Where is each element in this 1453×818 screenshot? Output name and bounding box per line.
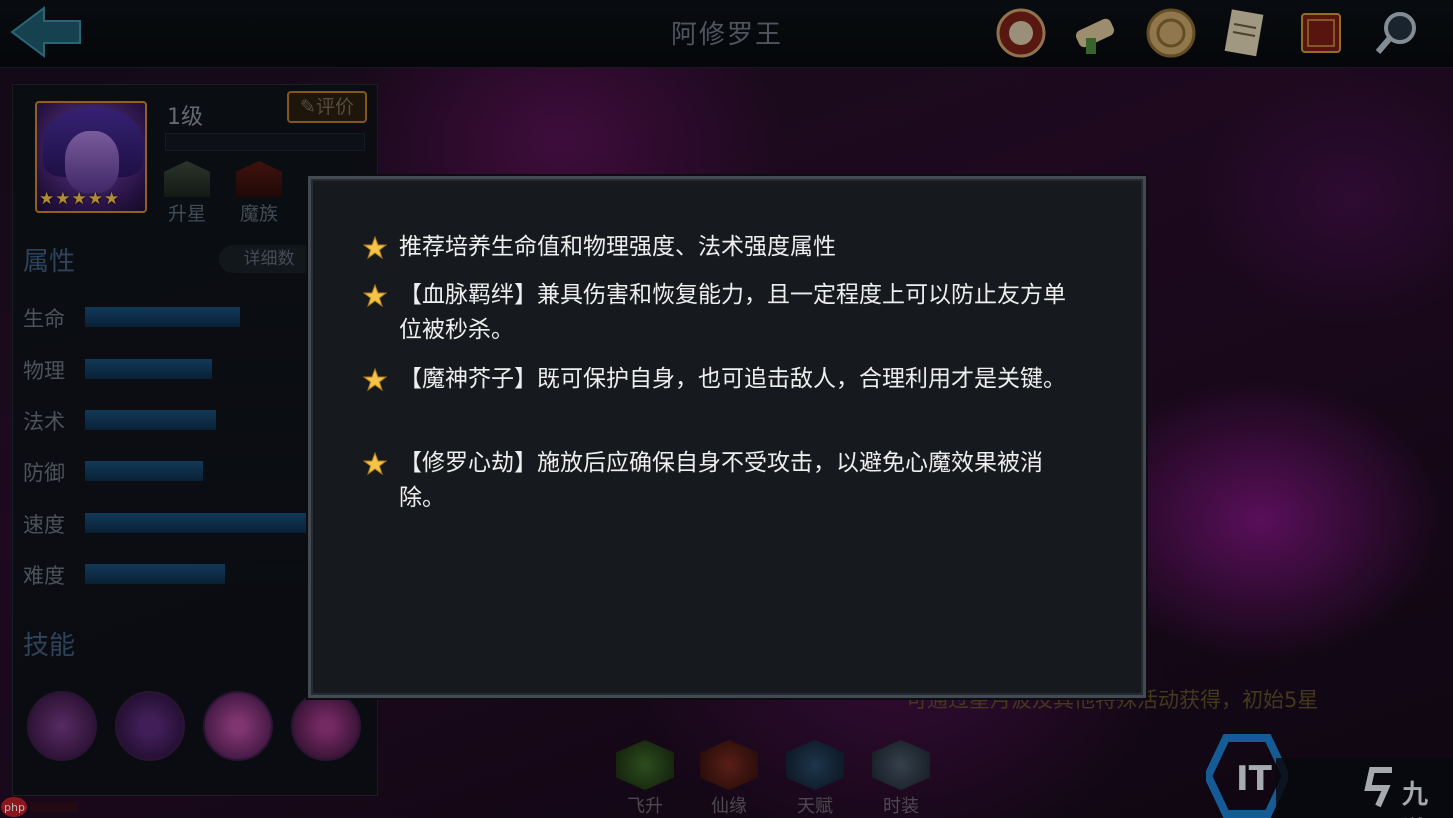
tip-text: 【血脉羁绊】兼具伤害和恢复能力，且一定程度上可以防止友方单位被秒杀。 xyxy=(399,282,1066,343)
star-icon xyxy=(363,236,387,260)
star-icon xyxy=(363,284,387,308)
tip-item: 【血脉羁绊】兼具伤害和恢复能力，且一定程度上可以防止友方单位被秒杀。 xyxy=(363,278,1083,348)
tip-text: 【魔神芥子】既可保护自身，也可追击敌人，合理利用才是关键。 xyxy=(399,366,1066,392)
tip-item: 推荐培养生命值和物理强度、法术强度属性 xyxy=(363,230,1083,265)
tip-item: 【魔神芥子】既可保护自身，也可追击敌人，合理利用才是关键。 xyxy=(363,362,1083,397)
tip-text: 【修罗心劫】施放后应确保自身不受攻击，以避免心魔效果被消除。 xyxy=(399,450,1043,511)
star-icon xyxy=(363,368,387,392)
star-icon xyxy=(363,452,387,476)
tips-dialog: 推荐培养生命值和物理强度、法术强度属性 【血脉羁绊】兼具伤害和恢复能力，且一定程… xyxy=(308,176,1146,698)
tip-text: 推荐培养生命值和物理强度、法术强度属性 xyxy=(399,234,836,260)
tip-item: 【修罗心劫】施放后应确保自身不受攻击，以避免心魔效果被消除。 xyxy=(363,446,1083,516)
